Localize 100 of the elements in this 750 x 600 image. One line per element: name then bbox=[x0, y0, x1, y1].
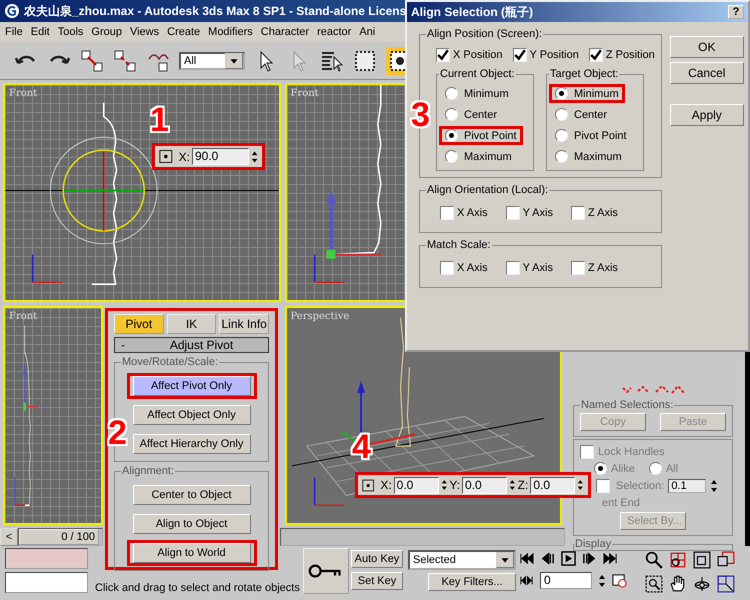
spinner-icon[interactable] bbox=[598, 572, 606, 588]
checkbox[interactable] bbox=[440, 206, 454, 220]
zoom-extents-icon[interactable] bbox=[693, 551, 711, 569]
menu-item[interactable]: Character bbox=[260, 26, 310, 38]
viewport-label[interactable]: Front bbox=[9, 311, 38, 322]
selection-filter-dropdown[interactable]: All bbox=[179, 52, 245, 70]
radio-button[interactable] bbox=[445, 108, 458, 121]
script-listener-field[interactable] bbox=[5, 548, 88, 569]
menu-item[interactable]: File bbox=[5, 26, 23, 38]
pivot-option-button[interactable]: Affect Pivot Only bbox=[132, 376, 250, 396]
pivot-gizmo-icon[interactable] bbox=[23, 363, 38, 411]
menu-item[interactable]: Group bbox=[91, 26, 122, 38]
radio-button[interactable] bbox=[445, 87, 458, 100]
link-icon[interactable] bbox=[80, 48, 104, 72]
viewport-label[interactable]: Perspective bbox=[290, 311, 350, 322]
rotate-gizmo-icon[interactable] bbox=[50, 136, 158, 244]
axis-label: Y: bbox=[449, 478, 460, 492]
checkbox-label: X Position bbox=[453, 49, 503, 61]
pan-hand-icon[interactable] bbox=[669, 575, 687, 593]
value-field[interactable]: 0.0 bbox=[462, 476, 508, 494]
set-key-button[interactable]: Set Key bbox=[351, 572, 403, 590]
radio-button[interactable] bbox=[555, 108, 568, 121]
menu-item[interactable]: Ani bbox=[359, 26, 376, 38]
pivot-gizmo-icon[interactable] bbox=[326, 192, 380, 259]
panel-tab[interactable]: Link Info bbox=[219, 314, 270, 334]
orbit-icon[interactable] bbox=[693, 575, 711, 593]
key-mode-icon[interactable] bbox=[519, 573, 534, 588]
value-field[interactable]: 0.0 bbox=[530, 476, 576, 494]
checkbox[interactable] bbox=[580, 445, 594, 459]
radio-button[interactable] bbox=[648, 462, 662, 475]
pivot-option-button[interactable]: Center to Object bbox=[132, 485, 250, 505]
go-to-end-icon[interactable] bbox=[603, 551, 618, 566]
radio-button[interactable] bbox=[445, 129, 458, 142]
spinner-field[interactable]: 0.1 bbox=[668, 479, 706, 493]
previous-frame-button[interactable]: < bbox=[0, 528, 18, 546]
radio-button[interactable] bbox=[555, 129, 568, 142]
pivot-mode-icon[interactable] bbox=[159, 149, 173, 164]
dialog-button[interactable]: Cancel bbox=[670, 62, 744, 84]
viewport[interactable]: Front bbox=[3, 306, 103, 525]
value-field[interactable]: 90.0 bbox=[192, 148, 249, 165]
checkbox[interactable] bbox=[596, 479, 610, 493]
radio-button[interactable] bbox=[445, 150, 458, 163]
checkbox[interactable] bbox=[506, 261, 520, 275]
checkbox[interactable] bbox=[570, 206, 585, 220]
zoom-extents-all-icon[interactable] bbox=[717, 551, 735, 569]
pivot-mode-icon[interactable] bbox=[362, 478, 374, 492]
radio-button[interactable] bbox=[594, 462, 607, 475]
dialog-button[interactable]: OK bbox=[670, 36, 744, 58]
previous-frame-icon[interactable] bbox=[540, 551, 555, 566]
time-slider-thumb[interactable]: 0 / 100 bbox=[19, 529, 99, 545]
radio-button[interactable] bbox=[555, 150, 568, 163]
radio-label: Pivot Point bbox=[464, 130, 517, 142]
pivot-option-button[interactable]: Affect Hierarchy Only bbox=[132, 434, 250, 454]
time-configuration-icon[interactable] bbox=[612, 573, 627, 588]
checkbox[interactable] bbox=[506, 206, 520, 220]
help-button[interactable]: ? bbox=[728, 5, 744, 19]
panel-tab[interactable]: Pivot bbox=[114, 314, 164, 334]
play-icon[interactable] bbox=[561, 551, 576, 566]
key-button[interactable] bbox=[303, 548, 349, 594]
key-mode-dropdown[interactable]: Selected bbox=[408, 550, 516, 570]
region-zoom-icon[interactable] bbox=[645, 575, 663, 593]
viewport-label[interactable]: Front bbox=[9, 88, 38, 99]
collapse-toggle[interactable]: - bbox=[121, 338, 135, 352]
menu-item[interactable]: Edit bbox=[30, 26, 50, 38]
menu-item[interactable]: Create bbox=[167, 26, 200, 38]
region-select-icon[interactable] bbox=[353, 48, 377, 72]
menu-item[interactable]: Modifiers bbox=[208, 26, 253, 38]
radio-button[interactable] bbox=[555, 87, 568, 100]
spinner-icon[interactable] bbox=[710, 478, 718, 494]
key-filters-button[interactable]: Key Filters... bbox=[428, 573, 516, 591]
panel-tab[interactable]: IK bbox=[166, 314, 216, 334]
axis-tripod-icon bbox=[313, 254, 344, 283]
menu-item[interactable]: reactor bbox=[317, 26, 352, 38]
pivot-option-button[interactable]: Align to World bbox=[132, 543, 250, 563]
unlink-icon[interactable] bbox=[113, 48, 137, 72]
viewport-label[interactable]: Front bbox=[290, 88, 319, 99]
menu-item[interactable]: Views bbox=[130, 26, 160, 38]
group-title: Display bbox=[574, 538, 612, 550]
checkbox[interactable] bbox=[512, 48, 527, 62]
frame-field[interactable]: 0 bbox=[540, 572, 592, 589]
script-listener-field[interactable] bbox=[5, 572, 88, 593]
pivot-option-button[interactable]: Align to Object bbox=[132, 514, 250, 534]
zoom-all-icon[interactable] bbox=[669, 551, 687, 569]
rollout-header[interactable]: - Adjust Pivot bbox=[114, 337, 269, 353]
menu-item[interactable]: Tools bbox=[58, 26, 84, 38]
pivot-option-button[interactable]: Affect Object Only bbox=[132, 405, 250, 425]
app-logo-icon bbox=[4, 3, 20, 19]
value-field[interactable]: 0.0 bbox=[394, 476, 439, 494]
checkbox[interactable] bbox=[570, 261, 585, 275]
checkbox[interactable] bbox=[588, 48, 603, 62]
zoom-icon[interactable] bbox=[645, 551, 663, 569]
next-frame-icon[interactable] bbox=[582, 551, 597, 566]
go-to-start-icon[interactable] bbox=[519, 551, 534, 566]
radio-label: Pivot Point bbox=[574, 130, 627, 142]
checkbox[interactable] bbox=[436, 48, 450, 62]
checkbox[interactable] bbox=[440, 261, 454, 275]
maximize-viewport-icon[interactable] bbox=[717, 575, 735, 593]
checkbox-label: Z Axis bbox=[588, 262, 618, 274]
dialog-button[interactable]: Apply bbox=[670, 104, 744, 126]
auto-key-button[interactable]: Auto Key bbox=[351, 550, 403, 568]
